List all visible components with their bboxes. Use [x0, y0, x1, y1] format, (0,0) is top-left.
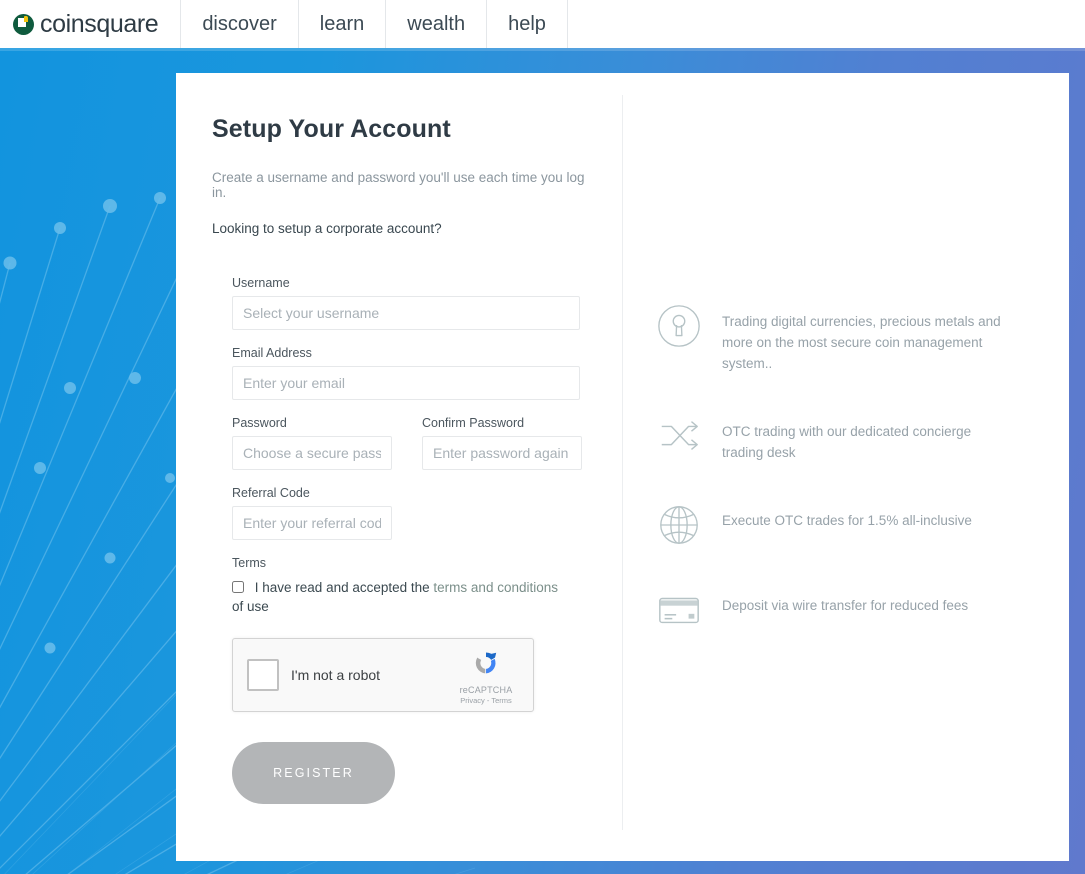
keyhole-icon — [658, 305, 700, 347]
recaptcha-icon — [475, 652, 497, 674]
brand-name: coinsquare — [40, 9, 159, 38]
feature-text-security: Trading digital currencies, precious met… — [722, 314, 1001, 371]
password-input[interactable] — [232, 436, 392, 470]
page-title: Setup Your Account — [212, 115, 451, 143]
email-label: Email Address — [232, 346, 312, 360]
confirm-password-field-group: Confirm Password — [422, 416, 582, 470]
credit-card-icon — [659, 597, 699, 624]
form-subtitle: Create a username and password you'll us… — [212, 170, 585, 200]
feature-item-security: Trading digital currencies, precious met… — [656, 303, 1016, 374]
terms-text-after: of use — [232, 599, 269, 614]
feature-item-otc-fee: Execute OTC trades for 1.5% all-inclusiv… — [656, 502, 1016, 548]
feature-list: Trading digital currencies, precious met… — [656, 303, 1016, 672]
email-input[interactable] — [232, 366, 580, 400]
confirm-password-label: Confirm Password — [422, 416, 525, 430]
confirm-password-input[interactable] — [422, 436, 582, 470]
shuffle-arrows-icon — [661, 421, 698, 450]
username-label: Username — [232, 276, 290, 290]
terms-label: Terms — [232, 556, 267, 570]
password-row: Password Confirm Password — [232, 416, 602, 486]
registration-form: Setup Your Account Create a username and… — [212, 115, 602, 804]
feature-text-wire-deposit: Deposit via wire transfer for reduced fe… — [722, 598, 969, 613]
globe-icon — [660, 506, 698, 544]
feature-item-wire-deposit: Deposit via wire transfer for reduced fe… — [656, 587, 1016, 633]
referral-code-input[interactable] — [232, 506, 392, 540]
terms-field-group: Terms I have read and accepted the terms… — [232, 556, 602, 616]
nav-item-wealth[interactable]: wealth — [385, 0, 486, 48]
nav-links: discover learn wealth help — [180, 0, 568, 48]
register-button[interactable]: REGISTER — [232, 742, 395, 804]
email-field-group: Email Address — [232, 346, 602, 400]
recaptcha-checkbox[interactable] — [247, 659, 279, 691]
username-field-group: Username — [232, 276, 602, 330]
nav-item-help[interactable]: help — [486, 0, 568, 48]
corporate-account-link[interactable]: Looking to setup a corporate account? — [212, 221, 442, 236]
coinsquare-logo-icon — [13, 13, 34, 35]
recaptcha-brand-name: reCAPTCHA — [459, 685, 513, 695]
referral-field-group: Referral Code — [232, 486, 602, 540]
terms-acceptance-line: I have read and accepted the terms and c… — [232, 578, 572, 616]
feature-item-otc-desk: OTC trading with our dedicated concierge… — [656, 413, 1016, 463]
feature-text-otc-desk: OTC trading with our dedicated concierge… — [722, 424, 972, 460]
form-fields: Username Email Address Password Confirm … — [232, 276, 602, 804]
recaptcha-legal-links[interactable]: Privacy - Terms — [449, 696, 523, 705]
recaptcha-label: I'm not a robot — [291, 667, 381, 683]
card-column-divider — [622, 95, 623, 830]
password-field-group: Password — [232, 416, 392, 470]
referral-label: Referral Code — [232, 486, 310, 500]
nav-item-learn[interactable]: learn — [297, 0, 385, 48]
nav-item-discover[interactable]: discover — [180, 0, 297, 48]
background-top-edge — [0, 48, 1085, 51]
recaptcha-widget[interactable]: I'm not a robot reCAPTCHA Privacy - Term… — [232, 638, 534, 712]
signup-card: Setup Your Account Create a username and… — [176, 73, 1069, 861]
username-input[interactable] — [232, 296, 580, 330]
password-label: Password — [232, 416, 287, 430]
recaptcha-branding: reCAPTCHA Privacy - Terms — [449, 648, 523, 705]
terms-and-conditions-link[interactable]: terms and conditions — [433, 580, 558, 595]
brand-logo[interactable]: coinsquare — [0, 0, 180, 48]
terms-checkbox[interactable] — [232, 581, 244, 593]
top-navigation-bar: coinsquare discover learn wealth help — [0, 0, 1085, 48]
terms-text-before: I have read and accepted the — [254, 580, 430, 595]
feature-text-otc-fee: Execute OTC trades for 1.5% all-inclusiv… — [722, 513, 972, 528]
